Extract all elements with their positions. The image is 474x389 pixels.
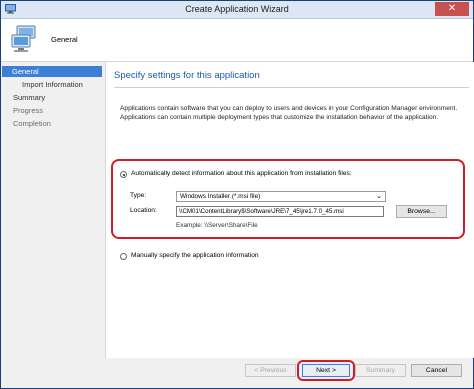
wizard-footer: < Previous Next > Summary Cancel — [1, 358, 473, 388]
title-bar[interactable]: Create Application Wizard ✕ — [1, 1, 473, 19]
window-title: Create Application Wizard — [185, 4, 289, 14]
close-icon: ✕ — [447, 3, 457, 14]
next-highlight-annotation — [297, 360, 355, 381]
wizard-content: Specify settings for this application Ap… — [105, 62, 474, 358]
page-title: Specify settings for this application — [114, 70, 260, 81]
page-header-title: General — [51, 35, 78, 44]
cancel-button[interactable]: Cancel — [411, 364, 462, 377]
sidebar-item-general[interactable]: General — [2, 66, 102, 77]
divider — [114, 87, 469, 88]
sidebar-item-completion: Completion — [13, 119, 51, 128]
manual-specify-label[interactable]: Manually specify the application informa… — [131, 252, 259, 259]
previous-button: < Previous — [245, 364, 296, 377]
description-text: Applications contain software that you c… — [120, 105, 458, 121]
wizard-header: General — [1, 19, 473, 62]
manual-specify-radio[interactable] — [120, 253, 127, 260]
summary-button: Summary — [355, 364, 406, 377]
sidebar-item-summary[interactable]: Summary — [13, 92, 45, 103]
sidebar-item-import-information[interactable]: Import Information — [22, 79, 83, 90]
wizard-window: Create Application Wizard ✕ General Gene… — [0, 0, 474, 389]
computer-stack-icon — [11, 25, 36, 52]
highlight-annotation — [111, 159, 465, 239]
close-button[interactable]: ✕ — [435, 2, 469, 16]
sidebar-item-progress: Progress — [13, 106, 44, 115]
wizard-sidebar: General Import Information Summary Progr… — [1, 62, 105, 358]
